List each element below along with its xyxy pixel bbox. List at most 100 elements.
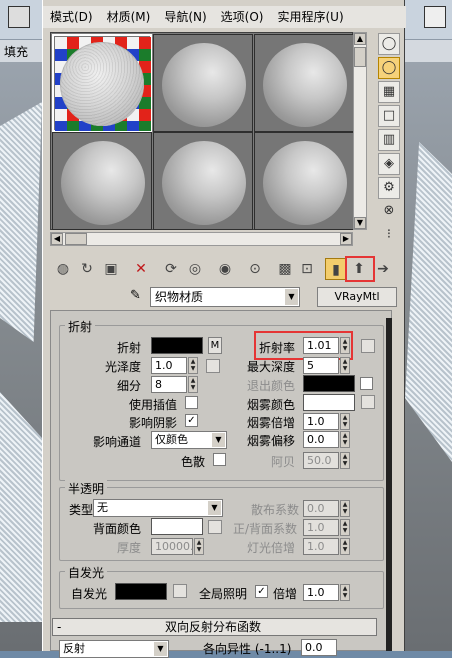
gloss-field[interactable]: 1.0 [151,357,187,374]
fogmult-field[interactable]: 1.0 [303,413,339,430]
scroll-right-icon[interactable]: ▶ [340,233,352,245]
menu-material[interactable]: 材质(M) [100,6,158,28]
scatter-spinner[interactable]: ▲ ▼ [340,500,350,517]
fogbias-field[interactable]: 0.0 [303,431,339,448]
light-mult-spinner[interactable]: ▲ ▼ [340,538,350,555]
backcolor-map-button[interactable] [208,520,222,534]
refract-map-button[interactable]: M [208,337,222,354]
gi-checkbox[interactable]: ✓ [255,585,268,598]
ior-map-button[interactable] [361,339,375,353]
menu-bar: 模式(D) 材质(M) 导航(N) 选项(O) 实用程序(U) [43,6,406,28]
get-material-icon[interactable]: ◍ [52,258,74,280]
editor-toolbar: ◍ ↻ ▣ ✕ ⟳ ◎ ◉ ⊙ ▩ ⊡ ▮ ⬆ ➔ [50,255,405,282]
gloss-spinner[interactable]: ▲ ▼ [188,357,198,374]
go-forward-sibling-icon[interactable]: ➔ [372,258,394,280]
refract-label: 折射 [117,341,142,355]
sample-slot-active[interactable] [52,34,152,132]
fogmult-label: 烟雾倍增 [247,416,296,430]
put-to-scene-icon[interactable]: ↻ [76,258,98,280]
material-type-button[interactable]: VRayMtl [317,287,397,307]
multiplier-spinner[interactable]: ▲ ▼ [340,584,350,601]
show-end-result-icon[interactable]: ⊡ [296,258,318,280]
menu-options[interactable]: 选项(O) [214,6,271,28]
fogcolor-swatch[interactable] [303,394,355,411]
scroll-down-icon[interactable]: ▼ [354,217,366,229]
fb-coef-spinner[interactable]: ▲ ▼ [340,519,350,536]
exitcolor-checkbox[interactable] [360,377,373,390]
make-preview-icon[interactable]: ◈ [378,153,400,175]
copy-material-icon[interactable]: ⟳ [160,258,182,280]
scroll-up-icon[interactable]: ▲ [354,33,366,45]
brdf-type-dropdown[interactable]: 反射 ▼ [59,640,169,658]
abbe-field[interactable]: 50.0 [303,452,339,469]
select-by-material-icon[interactable]: ⊗ [378,201,400,223]
menu-navigation[interactable]: 导航(N) [157,6,213,28]
fabric-sphere-preview [60,42,144,126]
put-to-library-icon[interactable]: ◉ [214,258,236,280]
backlight-icon[interactable]: ◯ [378,57,400,79]
chevron-down-icon[interactable]: ▼ [285,289,298,305]
show-shaded-material-icon[interactable]: ▮ [325,258,347,280]
sample-type-sphere-icon[interactable]: ◯ [378,33,400,55]
subdivs-field[interactable]: 8 [151,376,187,393]
translucency-type-dropdown[interactable]: 无 ▼ [93,499,223,517]
background-checker-icon[interactable]: ▦ [378,81,400,103]
thickness-spinner[interactable]: ▲ ▼ [194,538,204,555]
chevron-down-icon: ▼ [154,642,167,656]
scroll-thumb[interactable] [354,47,366,67]
scatter-field[interactable]: 0.0 [303,500,339,517]
thickness-field[interactable]: 10000. [151,538,194,555]
sample-slot[interactable] [52,132,152,230]
fogmult-spinner[interactable]: ▲ ▼ [340,413,350,430]
fogcolor-label: 烟雾颜色 [247,398,296,412]
selfillum-map-button[interactable] [173,584,187,598]
menu-utilities[interactable]: 实用程序(U) [270,6,350,28]
material-navigator-icon[interactable]: ⁝ [378,225,400,247]
sample-slot[interactable] [254,132,354,230]
assign-to-selection-icon[interactable]: ▣ [100,258,122,280]
multiplier-field[interactable]: 1.0 [303,584,339,601]
maxdepth-field[interactable]: 5 [303,357,339,374]
fb-coef-field[interactable]: 1.0 [303,519,339,536]
fogbias-spinner[interactable]: ▲ ▼ [340,431,350,448]
abbe-spinner[interactable]: ▲ ▼ [340,452,350,469]
fogcolor-map-button[interactable] [361,395,375,409]
pick-material-eyedropper-icon[interactable]: ✎ [130,288,146,304]
sample-slot[interactable] [254,34,354,132]
refract-color-swatch[interactable] [151,337,203,354]
scroll-thumb[interactable] [65,233,87,245]
brdf-rollout-header[interactable]: - 双向反射分布函数 [52,618,377,636]
reset-map-icon[interactable]: ✕ [130,258,152,280]
material-name-field[interactable]: 织物材质 ▼ [150,287,300,307]
dispersion-checkbox[interactable] [213,453,226,466]
subdivs-spinner[interactable]: ▲ ▼ [188,376,198,393]
exitcolor-swatch[interactable] [303,375,355,392]
material-id-channel-icon[interactable]: ⊙ [244,258,266,280]
gloss-map-button[interactable] [206,359,220,373]
slots-horizontal-scrollbar[interactable]: ◀ ▶ [50,232,353,246]
exitcolor-label: 退出颜色 [247,379,296,393]
show-map-in-viewport-icon[interactable]: ▩ [274,258,296,280]
slots-vertical-scrollbar[interactable]: ▲ ▼ [353,32,367,230]
sample-slot[interactable] [153,132,253,230]
maxdepth-spinner[interactable]: ▲ ▼ [340,357,350,374]
scroll-left-icon[interactable]: ◀ [51,233,63,245]
app-tool-icon[interactable] [424,6,446,28]
interp-checkbox[interactable] [185,396,198,409]
channel-dropdown[interactable]: 仅颜色 ▼ [151,431,227,449]
panel-scrollbar[interactable] [386,318,392,651]
backcolor-swatch[interactable] [151,518,203,535]
shadow-checkbox[interactable]: ✓ [185,414,198,427]
app-icon[interactable] [8,6,30,28]
light-mult-field[interactable]: 1.0 [303,538,339,555]
make-unique-icon[interactable]: ◎ [184,258,206,280]
selfillum-color-swatch[interactable] [115,583,167,600]
options-icon[interactable]: ⚙ [378,177,400,199]
video-color-check-icon[interactable]: ▥ [378,129,400,151]
sample-uv-tiling-icon[interactable]: □ [378,105,400,127]
sample-slot[interactable] [153,34,253,132]
abbe-label: 阿贝 [271,455,296,469]
anisotropy-field[interactable]: 0.0 [301,639,337,656]
menu-mode[interactable]: 模式(D) [43,6,100,28]
ior-highlight-frame [254,331,353,360]
